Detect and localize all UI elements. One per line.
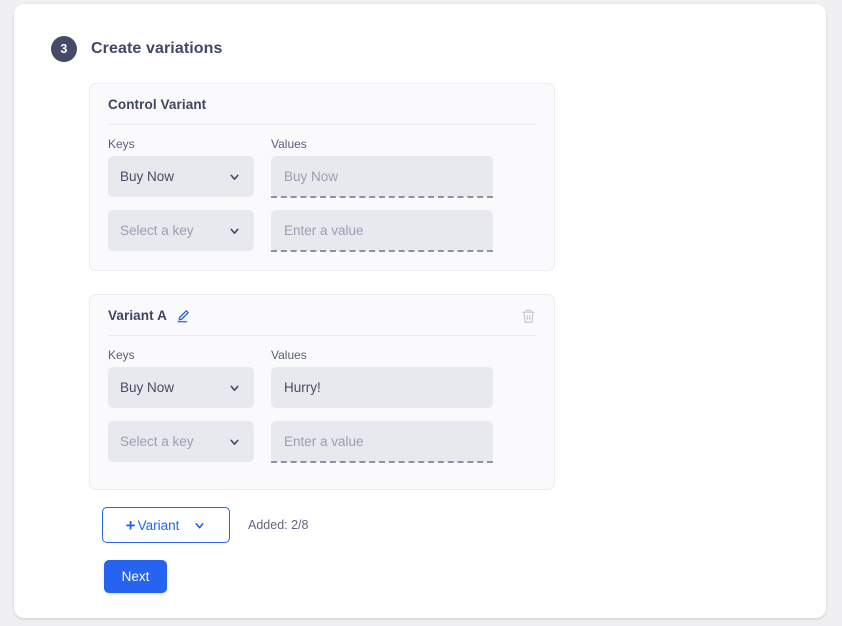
step-header: 3 Create variations — [51, 36, 223, 62]
page-title: Create variations — [91, 40, 223, 57]
value-input[interactable]: Hurry! — [271, 367, 493, 408]
step-number-badge: 3 — [51, 36, 77, 62]
plus-icon: + — [125, 515, 136, 535]
add-variant-label: Variant — [137, 517, 180, 533]
divider — [108, 335, 536, 336]
field-row: Buy Now Hurry! — [108, 367, 536, 408]
control-variant-header: Control Variant — [90, 84, 554, 125]
field-row: Select a key Enter a value — [108, 421, 536, 463]
chevron-down-icon — [228, 435, 241, 448]
trash-icon[interactable] — [521, 308, 536, 324]
keys-column-label: Keys — [108, 348, 135, 362]
value-input-text: Enter a value — [284, 223, 364, 238]
key-select[interactable]: Select a key — [108, 210, 254, 251]
values-column-label: Values — [271, 137, 307, 151]
chevron-down-icon — [228, 381, 241, 394]
key-select-value: Select a key — [120, 223, 194, 238]
main-card: 3 Create variations Control Variant Keys… — [14, 4, 826, 618]
value-input[interactable]: Buy Now — [271, 156, 493, 198]
chevron-down-icon — [193, 519, 206, 532]
variant-a-fields: Keys Values Buy Now Hurry! Select a key — [90, 336, 554, 463]
values-column-label: Values — [271, 348, 307, 362]
pencil-icon[interactable] — [176, 308, 191, 323]
value-input-text: Enter a value — [284, 434, 364, 449]
key-select-value: Buy Now — [120, 380, 175, 395]
value-input[interactable]: Enter a value — [271, 210, 493, 252]
key-select-value: Select a key — [120, 434, 194, 449]
value-input-text: Hurry! — [284, 380, 321, 395]
chevron-down-icon — [228, 224, 241, 237]
column-labels: Keys Values — [108, 348, 536, 362]
value-input[interactable]: Enter a value — [271, 421, 493, 463]
added-count-status: Added: 2/8 — [248, 518, 309, 532]
divider — [108, 124, 536, 125]
next-button[interactable]: Next — [104, 560, 167, 593]
control-variant-fields: Keys Values Buy Now Buy Now Select a key — [90, 125, 554, 252]
control-variant-title: Control Variant — [108, 97, 207, 112]
control-variant-panel: Control Variant Keys Values Buy Now Buy … — [89, 83, 555, 271]
chevron-down-icon — [228, 170, 241, 183]
column-labels: Keys Values — [108, 137, 536, 151]
variant-a-header: Variant A — [90, 295, 554, 336]
add-variant-button[interactable]: + Variant — [102, 507, 230, 543]
key-select[interactable]: Buy Now — [108, 367, 254, 408]
keys-column-label: Keys — [108, 137, 135, 151]
value-input-text: Buy Now — [284, 169, 339, 184]
key-select-value: Buy Now — [120, 169, 175, 184]
variant-a-panel: Variant A Keys Values Buy Now Hurry! Sel… — [89, 294, 555, 490]
field-row: Buy Now Buy Now — [108, 156, 536, 198]
key-select[interactable]: Buy Now — [108, 156, 254, 197]
key-select[interactable]: Select a key — [108, 421, 254, 462]
field-row: Select a key Enter a value — [108, 210, 536, 252]
variant-a-title: Variant A — [108, 308, 167, 323]
